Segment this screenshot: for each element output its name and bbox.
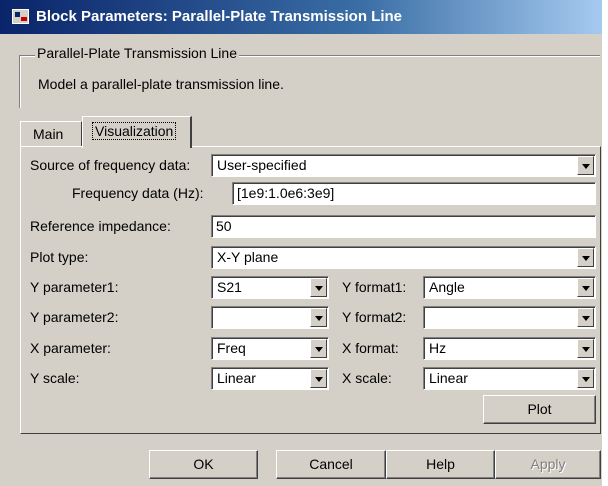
y-param1-value: S21: [217, 279, 242, 295]
window-title: Block Parameters: Parallel-Plate Transmi…: [36, 8, 402, 25]
plot-type-value: X-Y plane: [217, 249, 279, 265]
y-format1-select[interactable]: Angle: [423, 276, 596, 299]
impedance-input[interactable]: 50: [211, 215, 596, 238]
chevron-down-icon[interactable]: [577, 278, 594, 297]
frequency-label: Frequency data (Hz):: [72, 185, 204, 201]
frequency-value: [1e9:1.0e6:3e9]: [237, 185, 335, 201]
x-format-value: Hz: [429, 340, 447, 356]
group-legend: Parallel-Plate Transmission Line: [35, 45, 239, 61]
simulink-block-icon: [12, 9, 29, 24]
y-param2-label: Y parameter2:: [30, 309, 119, 325]
plot-type-label: Plot type:: [30, 249, 89, 265]
dialog-window: Block Parameters: Parallel-Plate Transmi…: [0, 0, 602, 486]
chevron-down-icon[interactable]: [577, 308, 594, 327]
chevron-down-icon[interactable]: [577, 339, 594, 358]
chevron-down-icon[interactable]: [310, 308, 327, 327]
chevron-down-icon[interactable]: [577, 156, 594, 175]
y-format2-select[interactable]: [423, 306, 596, 329]
chevron-down-icon[interactable]: [310, 278, 327, 297]
x-param-label: X parameter:: [30, 340, 111, 356]
chevron-down-icon[interactable]: [310, 339, 327, 358]
impedance-label: Reference impedance:: [30, 218, 171, 234]
ok-button[interactable]: OK: [149, 450, 258, 479]
source-label: Source of frequency data:: [30, 157, 191, 173]
y-scale-label: Y scale:: [30, 370, 80, 386]
tab-main-label: Main: [33, 126, 64, 142]
frequency-input[interactable]: [1e9:1.0e6:3e9]: [232, 182, 596, 205]
source-value: User-specified: [217, 157, 307, 173]
x-param-select[interactable]: Freq: [211, 337, 329, 360]
tab-main[interactable]: Main: [20, 121, 82, 146]
tab-visualization[interactable]: Visualization: [82, 116, 192, 148]
y-format1-label: Y format1:: [342, 279, 407, 295]
plot-type-select[interactable]: X-Y plane: [211, 246, 596, 269]
group-description: Model a parallel-plate transmission line…: [38, 76, 284, 92]
x-format-label: X format:: [342, 340, 399, 356]
apply-button[interactable]: Apply: [495, 450, 601, 479]
title-bar[interactable]: Block Parameters: Parallel-Plate Transmi…: [0, 0, 602, 34]
x-scale-label: X scale:: [342, 370, 392, 386]
y-param2-select[interactable]: [211, 306, 329, 329]
x-format-select[interactable]: Hz: [423, 337, 596, 360]
chevron-down-icon[interactable]: [310, 369, 327, 388]
tab-visualization-label: Visualization: [92, 122, 177, 140]
impedance-value: 50: [216, 218, 232, 234]
x-scale-select[interactable]: Linear: [423, 367, 596, 390]
y-param1-label: Y parameter1:: [30, 279, 119, 295]
chevron-down-icon[interactable]: [577, 248, 594, 267]
source-select[interactable]: User-specified: [211, 154, 596, 177]
x-param-value: Freq: [217, 340, 246, 356]
y-format2-label: Y format2:: [342, 309, 407, 325]
chevron-down-icon[interactable]: [577, 369, 594, 388]
y-scale-value: Linear: [217, 370, 256, 386]
help-button[interactable]: Help: [386, 450, 495, 479]
cancel-button[interactable]: Cancel: [276, 450, 386, 479]
y-scale-select[interactable]: Linear: [211, 367, 329, 390]
x-scale-value: Linear: [429, 370, 468, 386]
y-format1-value: Angle: [429, 279, 465, 295]
plot-button[interactable]: Plot: [483, 395, 596, 424]
y-param1-select[interactable]: S21: [211, 276, 329, 299]
